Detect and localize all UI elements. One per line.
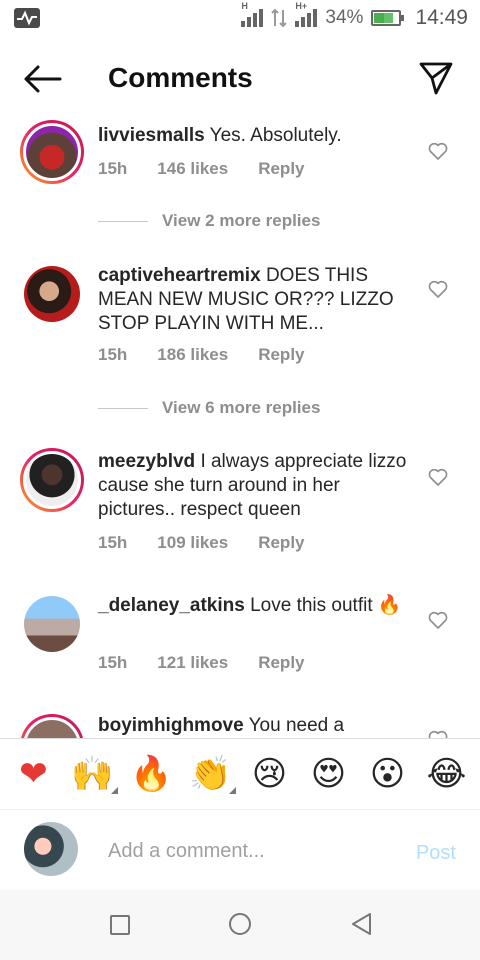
heart-emoji-button[interactable]: ❤ bbox=[9, 754, 59, 794]
avatar[interactable] bbox=[24, 596, 80, 652]
heart-icon[interactable] bbox=[428, 730, 448, 738]
crying-emoji-button[interactable]: 😢 bbox=[245, 754, 295, 794]
app-notification-icon bbox=[14, 8, 40, 28]
avatar[interactable] bbox=[24, 266, 80, 322]
heart-eyes-emoji-button[interactable]: 😍 bbox=[304, 754, 354, 794]
avatar[interactable] bbox=[20, 120, 84, 184]
page-title: Comments bbox=[108, 62, 253, 93]
comments-list: livviesmalls Yes. Absolutely. 15h 146 li… bbox=[0, 118, 480, 738]
comment-text: You need a bbox=[248, 715, 345, 736]
avatar[interactable] bbox=[20, 448, 84, 512]
data-arrows-icon bbox=[271, 8, 288, 28]
comment-likes[interactable]: 121 likes bbox=[157, 653, 228, 673]
post-button[interactable]: Post bbox=[416, 842, 456, 865]
signal-icon: H+ bbox=[295, 1, 318, 27]
comment-likes[interactable]: 186 likes bbox=[157, 345, 228, 365]
view-more-replies[interactable]: View 2 more replies bbox=[98, 211, 320, 231]
heart-icon[interactable] bbox=[428, 468, 448, 486]
view-more-label: View 2 more replies bbox=[162, 211, 321, 230]
reply-button[interactable]: Reply bbox=[258, 159, 304, 179]
signal-icon: H bbox=[241, 1, 264, 27]
arrow-left-icon[interactable] bbox=[22, 64, 62, 94]
clapping-emoji-button[interactable]: 👏 bbox=[186, 754, 236, 794]
comment-time: 15h bbox=[98, 159, 128, 178]
divider bbox=[98, 407, 148, 409]
heart-icon[interactable] bbox=[428, 280, 448, 298]
home-icon[interactable] bbox=[229, 913, 251, 935]
status-bar: H H+ 34% 14:49 bbox=[0, 0, 480, 38]
battery-charging-icon bbox=[371, 10, 405, 26]
comment-username[interactable]: captiveheartremix bbox=[98, 265, 261, 286]
reply-button[interactable]: Reply bbox=[258, 345, 304, 365]
back-triangle-icon[interactable] bbox=[350, 912, 372, 936]
avatar[interactable] bbox=[20, 714, 84, 738]
comment-time: 15h bbox=[98, 653, 128, 672]
emoji-bar: ❤ 🙌 🔥 👏 😢 😍 😮 😂 bbox=[0, 738, 480, 810]
header: Comments bbox=[0, 38, 480, 118]
divider bbox=[98, 220, 148, 222]
view-more-label: View 6 more replies bbox=[162, 398, 321, 417]
surprised-emoji-button[interactable]: 😮 bbox=[363, 754, 413, 794]
comment-username[interactable]: boyimhighmove bbox=[98, 715, 244, 736]
heart-icon[interactable] bbox=[428, 611, 448, 629]
fire-emoji-button[interactable]: 🔥 bbox=[127, 754, 177, 794]
raised-hands-emoji-button[interactable]: 🙌 bbox=[68, 754, 118, 794]
comment-username[interactable]: meezyblvd bbox=[98, 451, 195, 472]
comment-text: Love this outfit 🔥 bbox=[250, 595, 402, 616]
view-more-replies[interactable]: View 6 more replies bbox=[98, 398, 320, 418]
comment-composer: Add a comment... Post bbox=[0, 810, 480, 890]
variant-indicator-icon bbox=[110, 787, 118, 794]
heart-icon[interactable] bbox=[428, 142, 448, 160]
reply-button[interactable]: Reply bbox=[258, 533, 304, 553]
comment-likes[interactable]: 146 likes bbox=[157, 159, 228, 179]
comment-text: Yes. Absolutely. bbox=[209, 125, 342, 146]
reply-button[interactable]: Reply bbox=[258, 653, 304, 673]
status-time: 14:49 bbox=[415, 6, 468, 29]
comment-time: 15h bbox=[98, 533, 128, 552]
battery-percent: 34% bbox=[325, 7, 364, 28]
paper-plane-icon[interactable] bbox=[418, 60, 454, 96]
recents-icon[interactable] bbox=[110, 915, 130, 935]
laughing-emoji-button[interactable]: 😂 bbox=[422, 754, 472, 794]
navigation-bar bbox=[0, 890, 480, 960]
comment-username[interactable]: livviesmalls bbox=[98, 125, 205, 146]
comment-likes[interactable]: 109 likes bbox=[157, 533, 228, 553]
user-avatar bbox=[24, 822, 78, 876]
variant-indicator-icon bbox=[228, 787, 236, 794]
comment-username[interactable]: _delaney_atkins bbox=[98, 595, 245, 616]
comment-time: 15h bbox=[98, 345, 128, 364]
comment-input[interactable]: Add a comment... bbox=[108, 840, 265, 863]
